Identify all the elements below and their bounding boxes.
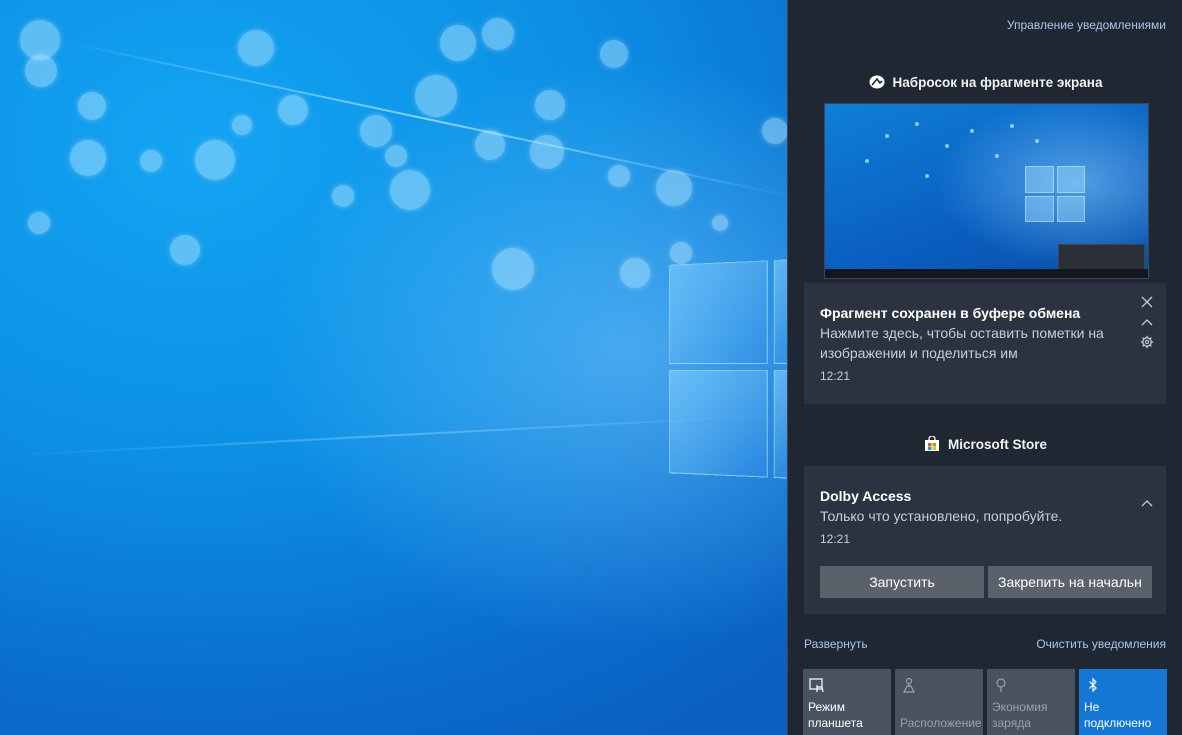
quick-action-bluetooth[interactable]: Не подключено xyxy=(1079,669,1167,735)
bokeh xyxy=(278,95,308,125)
bokeh xyxy=(1010,124,1014,128)
pin-to-start-button[interactable]: Закрепить на начальн xyxy=(988,566,1152,598)
bokeh xyxy=(482,18,514,50)
notification-title: Dolby Access xyxy=(820,488,912,504)
bokeh xyxy=(475,130,505,160)
bokeh xyxy=(620,258,650,288)
tile-label-line: Режим xyxy=(808,700,845,714)
bokeh xyxy=(915,122,919,126)
notification-time: 12:21 xyxy=(820,369,851,383)
group-app-name: Набросок на фрагменте экрана xyxy=(892,74,1103,90)
bokeh xyxy=(492,248,534,290)
notification-title: Фрагмент сохранен в буфере обмена xyxy=(820,305,1081,321)
bokeh xyxy=(535,90,565,120)
quick-actions: Режим планшета Расположение Экономия зар… xyxy=(803,669,1167,735)
tile-label: Расположение xyxy=(900,715,982,731)
launch-button[interactable]: Запустить xyxy=(820,566,984,598)
tile-label: Режим планшета xyxy=(808,699,863,731)
action-center-footer: Развернуть Очистить уведомления xyxy=(804,637,1166,651)
windows-logo xyxy=(1025,166,1085,222)
bokeh xyxy=(360,115,392,147)
bluetooth-icon xyxy=(1085,677,1101,693)
notification-card-dolby[interactable]: Dolby Access Только что установлено, поп… xyxy=(804,466,1166,614)
bokeh xyxy=(995,154,999,158)
notification-time: 12:21 xyxy=(820,532,851,546)
snip-sketch-icon xyxy=(869,74,885,90)
logo-pane xyxy=(773,370,787,480)
tile-label: Экономия заряда xyxy=(992,699,1047,731)
bokeh xyxy=(530,135,564,169)
battery-saver-icon xyxy=(993,677,1009,693)
bokeh xyxy=(28,212,50,234)
bokeh xyxy=(945,144,949,148)
bokeh xyxy=(656,170,692,206)
manage-notifications-link[interactable]: Управление уведомлениями xyxy=(1007,18,1166,32)
location-icon xyxy=(901,677,917,693)
bokeh xyxy=(712,215,728,231)
notification-card-snip[interactable]: Фрагмент сохранен в буфере обмена Нажмит… xyxy=(804,283,1166,404)
clear-notifications-link[interactable]: Очистить уведомления xyxy=(1036,637,1166,651)
notification-body: Нажмите здесь, чтобы оставить пометки на… xyxy=(820,325,1104,361)
group-header-snip-sketch[interactable]: Набросок на фрагменте экрана xyxy=(788,74,1182,90)
tile-label-line: планшета xyxy=(808,716,863,730)
bokeh xyxy=(385,145,407,167)
bokeh xyxy=(608,165,630,187)
chevron-up-icon[interactable] xyxy=(1140,496,1154,510)
tablet-mode-icon xyxy=(809,677,825,693)
mini-taskbar xyxy=(825,269,1148,278)
logo-pane xyxy=(669,260,768,365)
bokeh xyxy=(140,150,162,172)
bokeh xyxy=(390,170,430,210)
bokeh xyxy=(670,242,692,264)
group-header-microsoft-store[interactable]: Microsoft Store xyxy=(788,435,1182,452)
bokeh xyxy=(440,25,476,61)
tile-label-line: Экономия xyxy=(992,700,1048,714)
logo-pane xyxy=(669,369,768,478)
quick-action-battery-saver[interactable]: Экономия заряда xyxy=(987,669,1075,735)
desktop-wallpaper xyxy=(0,0,787,735)
chevron-up-icon[interactable] xyxy=(1140,315,1154,329)
bokeh xyxy=(600,40,628,68)
bokeh xyxy=(78,92,106,120)
tile-label-line: заряда xyxy=(992,716,1031,730)
bokeh xyxy=(925,174,929,178)
bokeh xyxy=(238,30,274,66)
close-icon[interactable] xyxy=(1140,295,1154,309)
bokeh xyxy=(232,115,252,135)
bokeh xyxy=(415,75,457,117)
group-app-name: Microsoft Store xyxy=(947,436,1047,452)
bokeh xyxy=(170,235,200,265)
bokeh xyxy=(970,129,974,133)
action-center: Управление уведомлениями Набросок на фра… xyxy=(787,0,1182,735)
bokeh xyxy=(20,20,60,60)
gear-icon[interactable] xyxy=(1140,335,1154,349)
expand-link[interactable]: Развернуть xyxy=(804,637,868,651)
bokeh xyxy=(762,118,787,144)
screenshot-preview-image[interactable] xyxy=(824,103,1149,279)
windows-logo xyxy=(669,258,787,480)
bokeh xyxy=(70,140,106,176)
bokeh xyxy=(885,134,889,138)
bokeh xyxy=(1035,139,1039,143)
bokeh xyxy=(195,140,235,180)
logo-pane xyxy=(773,258,787,364)
tile-label-line: подключено xyxy=(1084,716,1152,730)
bokeh xyxy=(332,185,354,207)
bokeh xyxy=(25,55,57,87)
tile-label-line: Расположение xyxy=(900,716,982,730)
quick-action-location[interactable]: Расположение xyxy=(895,669,983,735)
store-bag-icon xyxy=(924,435,940,452)
notification-body: Только что установлено, попробуйте. xyxy=(820,508,1063,524)
quick-action-tablet-mode[interactable]: Режим планшета xyxy=(803,669,891,735)
bokeh xyxy=(865,159,869,163)
tile-label-line: Не xyxy=(1084,700,1100,714)
tile-label: Не подключено xyxy=(1084,699,1151,731)
